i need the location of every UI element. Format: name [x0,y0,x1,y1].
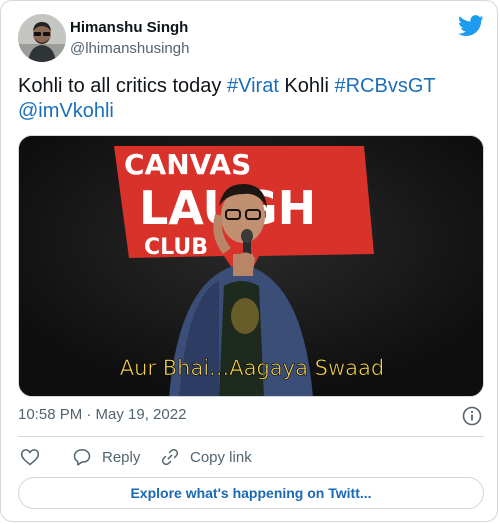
tweet-timestamp[interactable]: 10:58 PM · May 19, 2022 [18,406,186,423]
tweet-text: Kohli to all critics today #Virat Kohli … [18,74,484,124]
reply-icon [73,449,91,466]
reply-button[interactable]: Reply [72,446,140,468]
media-video[interactable]: CANVAS LAUGH CLUB Aur Bhai...Aagaya Swaa [18,135,484,397]
link-icon [161,448,179,466]
explore-button[interactable]: Explore what's happening on Twitt... [18,477,484,509]
heart-icon [20,449,40,466]
author-name[interactable]: Himanshu Singh [70,19,188,36]
like-button[interactable] [20,446,50,468]
hashtag-rcbvsgt[interactable]: #RCBvsGT [334,75,435,97]
tweet-text-segment: Kohli to all critics today [18,75,227,97]
avatar-photo [18,14,66,62]
divider [18,436,484,437]
media-caption: Aur Bhai...Aagaya Swaad [120,356,384,380]
copy-link-button[interactable]: Copy link [160,446,252,468]
media-image: CANVAS LAUGH CLUB Aur Bhai...Aagaya Swaa [19,136,483,396]
sign-text: CANVAS [124,148,251,181]
tweet-text-segment: Kohli [278,75,335,97]
reply-label: Reply [102,448,141,466]
info-icon[interactable] [462,406,482,426]
tweet-card: Himanshu Singh @lhimanshusingh Kohli to … [0,0,498,522]
sign-text: CLUB [144,235,208,260]
avatar[interactable] [18,14,66,62]
author-handle[interactable]: @lhimanshusingh [70,40,189,57]
mention-imvkohli[interactable]: @imVkohli [18,100,114,122]
copy-link-label: Copy link [190,448,252,466]
hashtag-virat[interactable]: #Virat [227,75,279,97]
twitter-bird-icon[interactable] [458,15,484,37]
